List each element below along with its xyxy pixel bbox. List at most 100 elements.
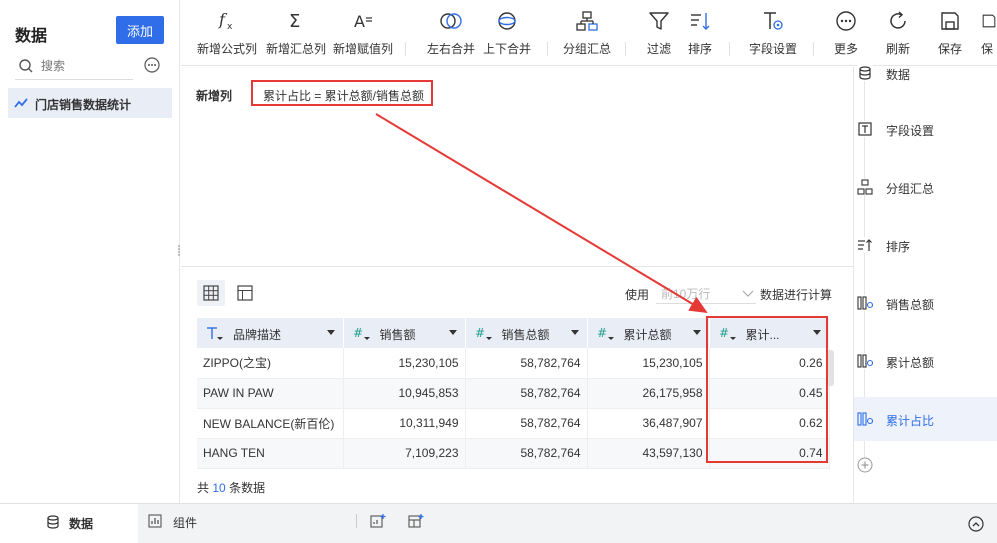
column-header[interactable]: # 累计... <box>709 318 830 348</box>
data-table: 品牌描述 # 销售额 # 销售总额 # 累计总额 # 累计... ZIPPO(之… <box>197 318 830 469</box>
toolbar-divider <box>625 42 626 56</box>
table-cell: PAW IN PAW <box>197 378 344 409</box>
step-group-summary[interactable]: 分组汇总 <box>854 165 997 209</box>
grid-view-button[interactable] <box>197 280 225 306</box>
table-row: PAW IN PAW 10,945,853 58,782,764 26,175,… <box>197 378 830 409</box>
column-header[interactable]: # 销售总额 <box>465 318 588 348</box>
add-data-button[interactable]: 添加 <box>116 16 164 44</box>
layout-view-button[interactable] <box>231 280 259 306</box>
add-step-icon[interactable] <box>857 457 873 473</box>
bottom-bar: 数据 组件 <box>0 503 997 543</box>
column-menu-caret[interactable] <box>812 330 821 335</box>
column-menu-caret[interactable] <box>326 330 335 335</box>
sort-button[interactable]: 排序 <box>683 8 717 60</box>
svg-text:#: # <box>597 326 607 340</box>
table-scrollbar[interactable] <box>826 350 834 386</box>
summary-column-icon <box>857 353 873 369</box>
table-cell: HANG TEN <box>197 438 344 469</box>
database-icon <box>857 65 873 81</box>
column-menu-caret[interactable] <box>448 330 457 335</box>
table-row: HANG TEN 7,109,223 58,782,764 43,597,130… <box>197 438 830 469</box>
table-cell: ZIPPO(之宝) <box>197 348 344 379</box>
add-formula-column-button[interactable]: fx 新增公式列 <box>195 8 259 60</box>
sort-icon <box>857 237 873 253</box>
row-count: 共 10 条数据 <box>197 481 266 495</box>
table-cell: 0.74 <box>709 438 830 469</box>
svg-text:#: # <box>353 326 363 340</box>
step-data[interactable]: 数据 <box>854 51 997 95</box>
field-settings-icon <box>764 12 783 30</box>
step-sort[interactable]: 排序 <box>854 223 997 267</box>
add-summary-column-button[interactable]: Σ 新增汇总列 <box>264 8 328 60</box>
column-menu-caret[interactable] <box>570 330 579 335</box>
table-cell: 0.62 <box>709 408 830 439</box>
table-row: ZIPPO(之宝) 15,230,105 58,782,764 15,230,1… <box>197 348 830 379</box>
table-cell: 43,597,130 <box>587 438 710 469</box>
formula-editor-area: 新增列 累计占比 = 累计总额/销售总额 <box>181 67 853 267</box>
layout-icon <box>237 285 253 301</box>
filter-button[interactable]: 过滤 <box>642 8 676 60</box>
line-chart-icon <box>14 98 28 108</box>
svg-text:#: # <box>719 326 729 340</box>
table-cell: 58,782,764 <box>465 438 588 469</box>
save-icon <box>941 12 959 30</box>
refresh-icon <box>890 11 906 29</box>
left-right-merge-button[interactable]: 左右合并 <box>421 8 481 60</box>
tab-component[interactable]: 组件 <box>146 504 266 543</box>
table-cell: 15,230,105 <box>343 348 466 379</box>
field-settings-icon <box>857 121 873 137</box>
column-header[interactable]: # 销售额 <box>343 318 466 348</box>
add-component-icon[interactable] <box>370 513 386 529</box>
search-box[interactable] <box>15 54 133 80</box>
save-icon <box>982 14 996 28</box>
step-field-settings[interactable]: 字段设置 <box>854 107 997 151</box>
number-type-icon: # <box>597 326 614 340</box>
group-summary-icon <box>576 11 598 31</box>
svg-text:x: x <box>227 22 233 32</box>
step-cumulative-total[interactable]: 累计总额 <box>854 339 997 383</box>
table-cell: 58,782,764 <box>465 378 588 409</box>
step-sales-total[interactable]: 销售总额 <box>854 281 997 325</box>
search-icon <box>19 59 33 73</box>
table-cell: 58,782,764 <box>465 408 588 439</box>
column-header[interactable]: 品牌描述 <box>197 318 344 348</box>
formula-display[interactable]: 累计占比 = 累计总额/销售总额 <box>251 80 433 106</box>
toolbar-divider <box>405 42 406 56</box>
up-down-merge-icon <box>498 12 516 30</box>
chevron-down-icon <box>742 290 754 297</box>
number-type-icon: # <box>475 326 492 340</box>
function-icon: fx <box>218 10 233 32</box>
grid-icon <box>203 285 219 301</box>
toolbar-divider <box>813 42 814 56</box>
more-options-icon[interactable] <box>144 57 160 73</box>
group-summary-icon <box>857 179 873 195</box>
up-down-merge-button[interactable]: 上下合并 <box>477 8 537 60</box>
table-cell: 10,945,853 <box>343 378 466 409</box>
add-assign-column-button[interactable]: A 新增赋值列 <box>331 8 395 60</box>
add-dashboard-icon[interactable] <box>408 513 424 529</box>
text-type-icon <box>207 327 223 340</box>
database-icon <box>47 515 59 529</box>
step-cumulative-ratio[interactable]: 累计占比 <box>854 397 997 441</box>
bottom-divider <box>356 514 357 528</box>
dataset-name: 门店销售数据统计 <box>35 98 132 112</box>
filter-icon <box>649 12 669 30</box>
group-summary-button[interactable]: 分组汇总 <box>559 8 615 60</box>
table-cell: 36,487,907 <box>587 408 710 439</box>
table-cell: 15,230,105 <box>587 348 710 379</box>
column-header[interactable]: # 累计总额 <box>587 318 710 348</box>
column-menu-caret[interactable] <box>692 330 701 335</box>
table-row: NEW BALANCE(新百伦) 10,311,949 58,782,764 3… <box>197 408 830 439</box>
collapse-up-icon[interactable] <box>968 516 984 532</box>
data-preview-area: 使用 前10万行 数据进行计算 品牌描述 # 销售额 # 销售总额 # 累计总额… <box>181 268 853 503</box>
sort-icon <box>691 13 710 30</box>
field-settings-button[interactable]: 字段设置 <box>743 8 803 60</box>
table-cell: 58,782,764 <box>465 348 588 379</box>
sample-rows-select[interactable]: 前10万行 <box>656 282 756 304</box>
sidebar-title: 数据 <box>15 28 48 45</box>
summary-column-icon <box>857 295 873 311</box>
left-right-merge-icon <box>440 13 462 29</box>
tab-data[interactable]: 数据 <box>0 504 138 543</box>
dataset-item[interactable]: 门店销售数据统计 <box>8 88 172 118</box>
search-input[interactable] <box>41 56 131 76</box>
